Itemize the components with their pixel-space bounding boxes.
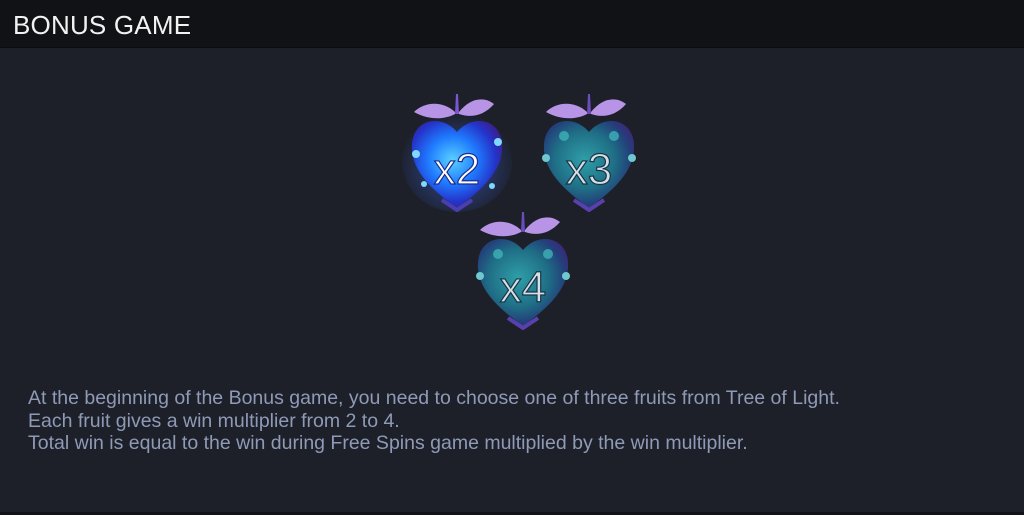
fruit-x2-icon: x2 bbox=[402, 94, 512, 212]
fruit-x4-icon: x4 bbox=[476, 212, 570, 330]
bonus-game-panel: BONUS GAME x2 x3 x4 At the beginning of … bbox=[0, 0, 1024, 515]
description-line-3: Total win is equal to the win during Fre… bbox=[28, 432, 748, 454]
fruit-x3-button[interactable]: x3 bbox=[534, 92, 644, 212]
panel-title: BONUS GAME bbox=[13, 10, 192, 40]
fruit-x4-label: x4 bbox=[500, 263, 546, 312]
fruit-x3-label: x3 bbox=[566, 145, 612, 194]
fruit-x4-button[interactable]: x4 bbox=[468, 210, 578, 330]
description-line-2: Each fruit gives a win multiplier from 2… bbox=[28, 409, 400, 432]
description-line-1: At the beginning of the Bonus game, you … bbox=[28, 387, 840, 409]
panel-header: BONUS GAME bbox=[0, 0, 1024, 48]
fruit-x2-button[interactable]: x2 bbox=[402, 92, 512, 212]
fruit-x3-icon: x3 bbox=[542, 94, 636, 212]
fruit-x2-label: x2 bbox=[434, 145, 480, 194]
bonus-description: At the beginning of the Bonus game, you … bbox=[28, 387, 1018, 455]
